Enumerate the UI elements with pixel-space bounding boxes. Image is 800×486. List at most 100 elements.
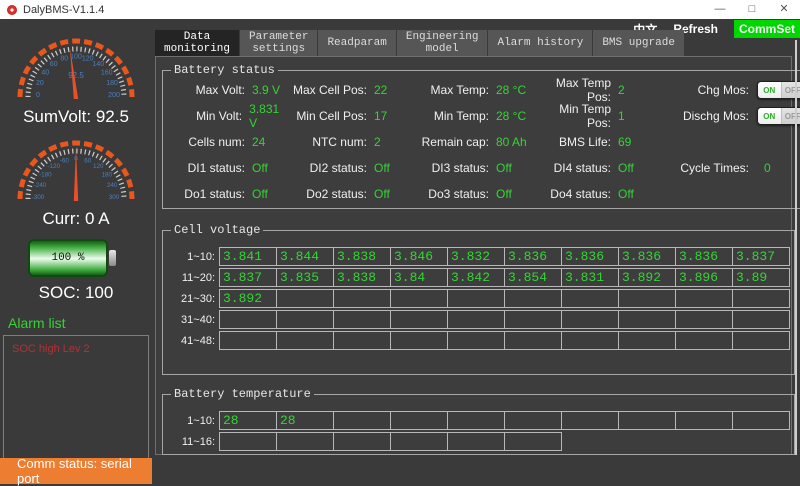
cell-voltage-value: 3.835 [276, 268, 334, 287]
status-row: Do1 status:OffDo2 status:OffDo3 status:O… [167, 181, 800, 207]
temperature-value [732, 411, 790, 430]
svg-text:60: 60 [84, 158, 92, 165]
cell-voltage-value: 3.892 [219, 289, 277, 308]
cell-voltage-value [504, 331, 562, 350]
status-field: Max Cell Pos:22 [289, 76, 411, 104]
alarm-item: SOC high Lev 2 [12, 342, 140, 356]
toggle-off[interactable]: OFF [781, 82, 800, 98]
status-field: DI1 status:Off [167, 161, 289, 175]
alarm-list: SOC high Lev 2 [3, 335, 149, 467]
cell-voltage-value [504, 310, 562, 329]
cell-voltage-value [447, 331, 505, 350]
tab-readparam[interactable]: Readparam [318, 30, 395, 56]
svg-text:300: 300 [109, 194, 120, 201]
cell-voltage-value: 3.836 [561, 247, 619, 266]
svg-text:-240: -240 [34, 182, 47, 189]
cell-voltage-value: 3.842 [447, 268, 505, 287]
status-row: Max Volt:3.9 VMax Cell Pos:22Max Temp:28… [167, 77, 800, 103]
svg-text:-60: -60 [60, 158, 70, 165]
svg-text:140: 140 [92, 61, 104, 68]
status-field: BMS Life:69 [533, 135, 655, 149]
cell-voltage-value [333, 310, 391, 329]
cell-voltage-value [561, 331, 619, 350]
status-field: DI2 status:Off [289, 161, 411, 175]
comm-status-button[interactable]: Comm status: serial port [0, 458, 152, 484]
commset-button[interactable]: CommSet [734, 20, 800, 38]
temperature-value [276, 432, 334, 451]
temperature-value [447, 411, 505, 430]
battery-temperature-row: 11~16: [167, 432, 790, 451]
status-field: Remain cap:80 Ah [411, 135, 533, 149]
battery-temperature-row: 1~10: 2828 [167, 411, 790, 430]
temperature-value [504, 411, 562, 430]
minimize-icon[interactable]: — [704, 0, 736, 19]
svg-text:60: 60 [50, 61, 58, 68]
status-field: Cells num:24 [167, 135, 289, 149]
close-icon[interactable]: ✕ [768, 0, 800, 19]
tab-alarm-history[interactable]: Alarm history [488, 30, 592, 56]
battery-body: 100 % [28, 239, 108, 277]
cell-voltage-value: 3.854 [504, 268, 562, 287]
status-field: Max Volt:3.9 V [167, 76, 289, 104]
sumvolt-label: SumVolt: 92.5 [0, 107, 152, 127]
cell-voltage-row: 1~10: 3.8413.8443.8383.8463.8323.8363.83… [167, 247, 790, 266]
status-field: Min Temp:28 °C [411, 102, 533, 130]
battery-temperature-group: Battery temperature 1~10: 2828 11~16: [162, 387, 795, 455]
cell-voltage-value: 3.831 [561, 268, 619, 287]
temperature-value [390, 411, 448, 430]
cell-voltage-value [561, 289, 619, 308]
status-field: Max Temp Pos:2 [533, 76, 655, 104]
temperature-value [390, 432, 448, 451]
cell-voltage-value: 3.838 [333, 247, 391, 266]
cell-voltage-value: 3.836 [675, 247, 733, 266]
cell-voltage-value [618, 289, 676, 308]
cell-voltage-group: Cell voltage 1~10: 3.8413.8443.8383.8463… [162, 223, 795, 375]
cell-voltage-value: 3.896 [675, 268, 733, 287]
cell-voltage-value [504, 289, 562, 308]
cell-voltage-value [732, 331, 790, 350]
chg-mos-toggle[interactable]: ON OFF [757, 81, 800, 99]
cell-voltage-value [390, 289, 448, 308]
cell-voltage-value: 3.846 [390, 247, 448, 266]
cell-voltage-value [675, 331, 733, 350]
svg-text:180: 180 [101, 172, 112, 179]
temperature-value [561, 411, 619, 430]
cell-voltage-value [333, 331, 391, 350]
sumvolt-gauge: 0 20 40 60 80 100 120 140 160 180 200 92… [10, 31, 142, 105]
temperature-value [675, 411, 733, 430]
cell-voltage-value [276, 310, 334, 329]
dischg-mos-toggle[interactable]: ON OFF [757, 107, 800, 125]
battery-terminal [109, 250, 116, 266]
cell-voltage-value: 3.892 [618, 268, 676, 287]
tab-data-monitoring[interactable]: Data monitoring [155, 30, 239, 56]
cell-voltage-value [447, 310, 505, 329]
cell-voltage-value: 3.84 [390, 268, 448, 287]
tab-engineering-model[interactable]: Engineering model [397, 30, 488, 56]
window-edge [795, 40, 797, 455]
svg-text:100: 100 [70, 54, 82, 61]
svg-text:-120: -120 [47, 163, 60, 170]
status-row: DI1 status:OffDI2 status:OffDI3 status:O… [167, 155, 800, 181]
window-title: DalyBMS-V1.1.4 [23, 4, 104, 16]
svg-text:-180: -180 [39, 172, 52, 179]
cell-voltage-value [390, 331, 448, 350]
tab-parameter-settings[interactable]: Parameter settings [240, 30, 317, 56]
tab-bms-upgrade[interactable]: BMS upgrade [593, 30, 684, 56]
cell-voltage-value: 3.836 [618, 247, 676, 266]
cell-voltage-value [276, 331, 334, 350]
temperature-value [618, 411, 676, 430]
status-field: Min Cell Pos:17 [289, 102, 411, 130]
temperature-value: 28 [219, 411, 277, 430]
toggle-on[interactable]: ON [758, 82, 781, 98]
maximize-icon[interactable]: □ [736, 0, 768, 19]
status-field: DI3 status:Off [411, 161, 533, 175]
cell-voltage-value: 3.836 [504, 247, 562, 266]
cell-voltage-legend: Cell voltage [171, 223, 263, 237]
temperature-value [504, 432, 562, 451]
alarm-list-title: Alarm list [8, 315, 152, 331]
cell-voltage-value [732, 310, 790, 329]
toggle-on[interactable]: ON [758, 108, 781, 124]
cell-voltage-row: 31~40: [167, 310, 790, 329]
toggle-off[interactable]: OFF [781, 108, 800, 124]
cell-voltage-value [675, 289, 733, 308]
